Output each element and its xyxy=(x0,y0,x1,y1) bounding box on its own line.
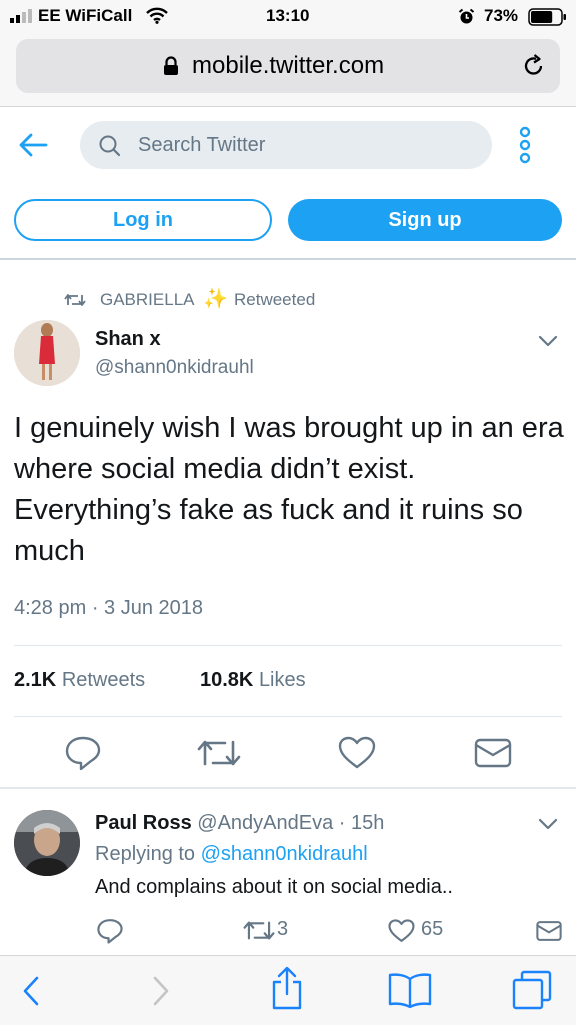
mail-icon[interactable] xyxy=(474,737,512,769)
alarm-icon xyxy=(458,8,475,25)
author-handle[interactable]: @shann0nkidrauhl xyxy=(95,357,254,379)
replying-to: Replying to @shann0nkidrauhl xyxy=(95,843,368,866)
browser-forward-icon[interactable] xyxy=(152,976,170,1006)
carrier-label: EE WiFiCall xyxy=(38,6,133,25)
retweets-count: 2.1K xyxy=(14,669,57,691)
retweet-action-icon[interactable] xyxy=(197,737,241,769)
reply-author-handle[interactable]: @AndyAndEva xyxy=(197,812,333,834)
divider xyxy=(14,716,562,717)
author-name[interactable]: Shan x xyxy=(95,328,161,351)
header-divider xyxy=(0,258,576,260)
retweeted-label: Retweeted xyxy=(234,290,316,309)
browser-toolbar xyxy=(0,955,576,1025)
retweets-stat[interactable]: 2.1K Retweets xyxy=(14,669,145,692)
back-arrow-icon[interactable] xyxy=(18,131,48,159)
divider xyxy=(0,787,576,789)
reply-time: · 15h xyxy=(338,812,385,834)
reply-like-count: 65 xyxy=(421,918,444,940)
login-button[interactable]: Log in xyxy=(14,199,272,241)
bookmarks-icon[interactable] xyxy=(388,972,432,1008)
divider xyxy=(14,645,562,646)
signup-button[interactable]: Sign up xyxy=(288,199,562,241)
reply-mail-icon[interactable] xyxy=(536,920,562,942)
status-bar: EE WiFiCall 13:10 73% xyxy=(0,0,576,34)
signal-icon xyxy=(10,9,36,23)
reply-reply-icon[interactable] xyxy=(96,918,124,944)
battery-icon xyxy=(528,8,568,26)
search-input[interactable]: Search Twitter xyxy=(138,134,265,157)
replying-prefix: Replying to xyxy=(95,843,196,865)
chevron-down-icon[interactable] xyxy=(538,334,558,348)
reply-retweet-icon[interactable] xyxy=(243,919,275,942)
reply-avatar[interactable] xyxy=(14,810,80,876)
likes-label: Likes xyxy=(258,669,306,691)
more-icon[interactable] xyxy=(516,126,534,164)
reply-chevron-down-icon[interactable] xyxy=(538,817,558,831)
browser-address-area: mobile.twitter.com xyxy=(0,34,576,107)
lock-icon xyxy=(163,56,179,76)
avatar[interactable] xyxy=(14,320,80,386)
reply-header: Paul Ross @AndyAndEva · 15h xyxy=(95,812,384,835)
url-text: mobile.twitter.com xyxy=(192,52,385,79)
reply-heart-icon[interactable] xyxy=(388,919,415,943)
reply-retweet-count: 3 xyxy=(277,918,289,940)
search-icon xyxy=(98,134,122,158)
replying-to-handle[interactable]: @shann0nkidrauhl xyxy=(201,843,368,865)
share-icon[interactable] xyxy=(271,966,303,1010)
wifi-icon xyxy=(146,7,168,24)
browser-back-icon[interactable] xyxy=(22,976,40,1006)
address-bar[interactable]: mobile.twitter.com xyxy=(16,39,560,93)
tweet-text: I genuinely wish I was brought up in an … xyxy=(14,412,564,567)
reply-text: And complains about it on social media.. xyxy=(95,876,453,898)
tabs-icon[interactable] xyxy=(512,970,552,1010)
retweet-icon xyxy=(64,292,86,308)
reload-icon[interactable] xyxy=(522,54,546,78)
likes-stat[interactable]: 10.8K Likes xyxy=(200,669,306,692)
retweets-label: Retweets xyxy=(61,669,146,691)
search-box[interactable]: Search Twitter xyxy=(80,121,492,169)
sparkles-emoji: ✨ xyxy=(203,288,228,310)
likes-count: 10.8K xyxy=(200,669,254,691)
reply-icon[interactable] xyxy=(64,735,102,771)
tweet-timestamp: 4:28 pm · 3 Jun 2018 xyxy=(14,597,204,619)
reply-author-name[interactable]: Paul Ross xyxy=(95,812,192,834)
heart-icon[interactable] xyxy=(338,736,376,770)
retweeted-by-name: GABRIELLA xyxy=(100,290,195,309)
clock: 13:10 xyxy=(266,6,310,25)
battery-percent: 73% xyxy=(484,6,519,25)
